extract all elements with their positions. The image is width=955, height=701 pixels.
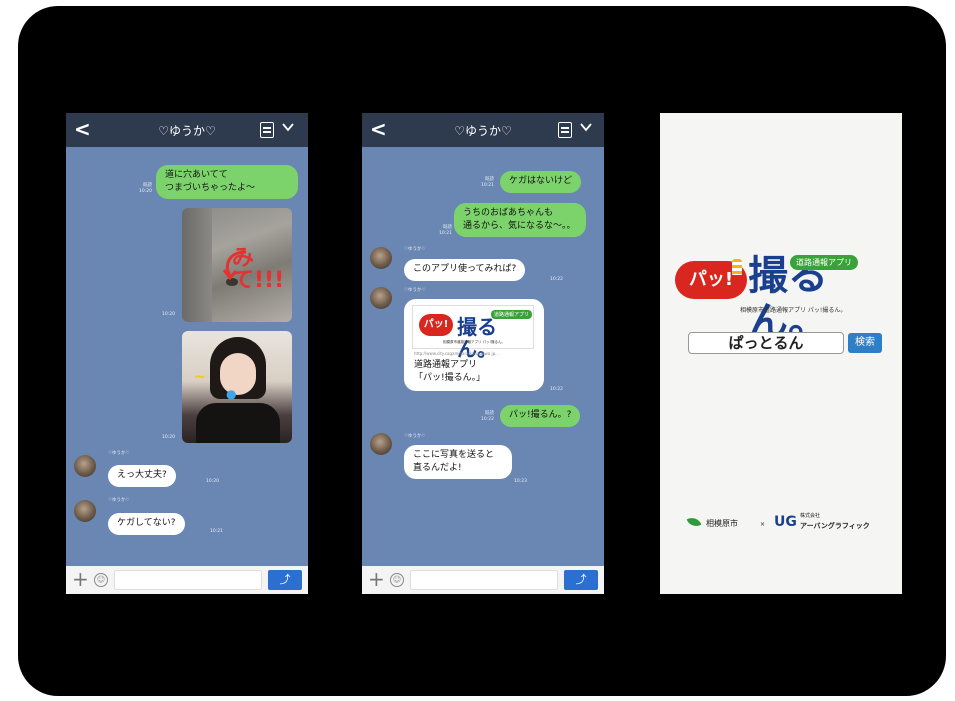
timestamp: 10:20 (206, 479, 219, 484)
link-url[interactable]: http://www.city.sagamihara.kanagawa.jp..… (414, 351, 499, 356)
traffic-cone-icon (732, 259, 742, 275)
timestamp: 10:21 (210, 529, 223, 534)
note-icon[interactable] (558, 122, 572, 138)
search-input[interactable]: ぱっとるん (688, 332, 844, 354)
app-link-card[interactable]: パッ! 撮るん。 道路通報アプリ 相模原市道路通報アプリ パッ!撮るん。 htt… (404, 299, 544, 391)
plus-icon[interactable]: + (368, 567, 385, 591)
timestamp: 10:23 (514, 479, 527, 484)
sent-message: うちのおばあちゃんも 通るから、気になるな〜。。 (454, 203, 586, 237)
sender-name: ♡ゆうか♡ (108, 451, 130, 456)
emoji-icon[interactable]: ☺ (94, 573, 108, 587)
message-input[interactable] (114, 570, 262, 590)
sent-message: 道に穴あいてて つまづいちゃったよ〜 (156, 165, 298, 199)
chat-input-bar: + ☺ ⤴ (66, 566, 308, 594)
message-input[interactable] (410, 570, 558, 590)
curb (182, 208, 212, 322)
timestamp: 10:22 (550, 277, 563, 282)
sent-message: ケガはないけど (500, 171, 582, 193)
logo-subtitle: 相模原市道路通報アプリ パッ!撮るん。 (740, 307, 847, 314)
chevron-down-icon[interactable] (282, 121, 294, 133)
selfie-photo[interactable]: ~ ● (182, 331, 292, 443)
black-frame: < ♡ゆうか♡ 既読 10:20 道に穴あいてて つまづいちゃったよ〜 みて!!… (18, 6, 946, 696)
sender-name: ♡ゆうか♡ (404, 288, 426, 293)
company-prefix: 株式会社 (800, 513, 821, 519)
received-message: ケガしてない? (108, 513, 185, 535)
city-leaf-icon (686, 515, 702, 529)
sent-message: パッ!撮るん。? (500, 405, 581, 427)
plus-icon[interactable]: + (72, 567, 89, 591)
logo-badge: パッ! (419, 314, 453, 336)
logo-tag: 道路通報アプリ (491, 310, 533, 319)
city-logo-text: 相模原市 (706, 519, 738, 528)
received-message: えっ大丈夫? (108, 465, 176, 487)
drop-doodle-icon: ● (226, 387, 237, 401)
app-logo: パッ! 撮るん。 道路通報アプリ 相模原市道路通報アプリ パッ!撮るん。 (412, 305, 534, 360)
chevron-down-icon[interactable] (580, 121, 592, 133)
card-text: 道路通報アプリ 「パッ!撮るん。」 (414, 360, 486, 383)
note-icon[interactable] (260, 122, 274, 138)
tear-doodle-icon: ~ (194, 369, 206, 385)
avatar[interactable] (74, 455, 96, 477)
logo-subtitle: 相模原市道路通報アプリ パッ!撮るん。 (443, 340, 506, 344)
sender-name: ♡ゆうか♡ (404, 434, 426, 439)
cross-sign: × (760, 521, 766, 528)
timestamp: 10:20 (162, 435, 175, 440)
avatar[interactable] (370, 247, 392, 269)
chat-header: < ♡ゆうか♡ (362, 113, 604, 147)
read-receipt: 既読 10:20 (139, 183, 152, 194)
sender-name: ♡ゆうか♡ (108, 498, 130, 503)
chat-input-bar: + ☺ ⤴ (362, 566, 604, 594)
read-receipt: 既読 10:21 (481, 177, 494, 188)
sender-name: ♡ゆうか♡ (404, 247, 426, 252)
search-button[interactable]: 検索 (848, 333, 882, 353)
road-pothole-photo[interactable]: みて!!! (182, 208, 292, 322)
avatar[interactable] (370, 287, 392, 309)
avatar[interactable] (74, 500, 96, 522)
emoji-icon[interactable]: ☺ (390, 573, 404, 587)
avatar[interactable] (370, 433, 392, 455)
send-button[interactable]: ⤴ (268, 570, 302, 590)
arrow-scribble-icon (222, 250, 247, 281)
received-message: このアプリ使ってみれば? (404, 259, 526, 281)
app-splash-screen: パッ! 撮るん。 道路通報アプリ 相模原市道路通報アプリ パッ!撮るん。 ぱっと… (660, 113, 902, 594)
logo-tag: 道路通報アプリ (790, 255, 858, 270)
company-name: アーバングラフィック (800, 522, 870, 530)
timestamp: 10:20 (162, 312, 175, 317)
send-button[interactable]: ⤴ (564, 570, 598, 590)
jacket (196, 403, 280, 443)
read-receipt: 既読 10:22 (481, 411, 494, 422)
read-receipt: 既読 10:21 (439, 225, 452, 236)
received-message: ここに写真を送ると 直るんだよ! (404, 445, 512, 479)
company-logo-icon: UG (774, 514, 797, 530)
chat-screen-2: < ♡ゆうか♡ 既読 10:21 ケガはないけど 既読 10:21 うちのおばあ… (362, 113, 604, 594)
chat-screen-1: < ♡ゆうか♡ 既読 10:20 道に穴あいてて つまづいちゃったよ〜 みて!!… (66, 113, 308, 594)
timestamp: 10:22 (550, 387, 563, 392)
chat-header: < ♡ゆうか♡ (66, 113, 308, 147)
